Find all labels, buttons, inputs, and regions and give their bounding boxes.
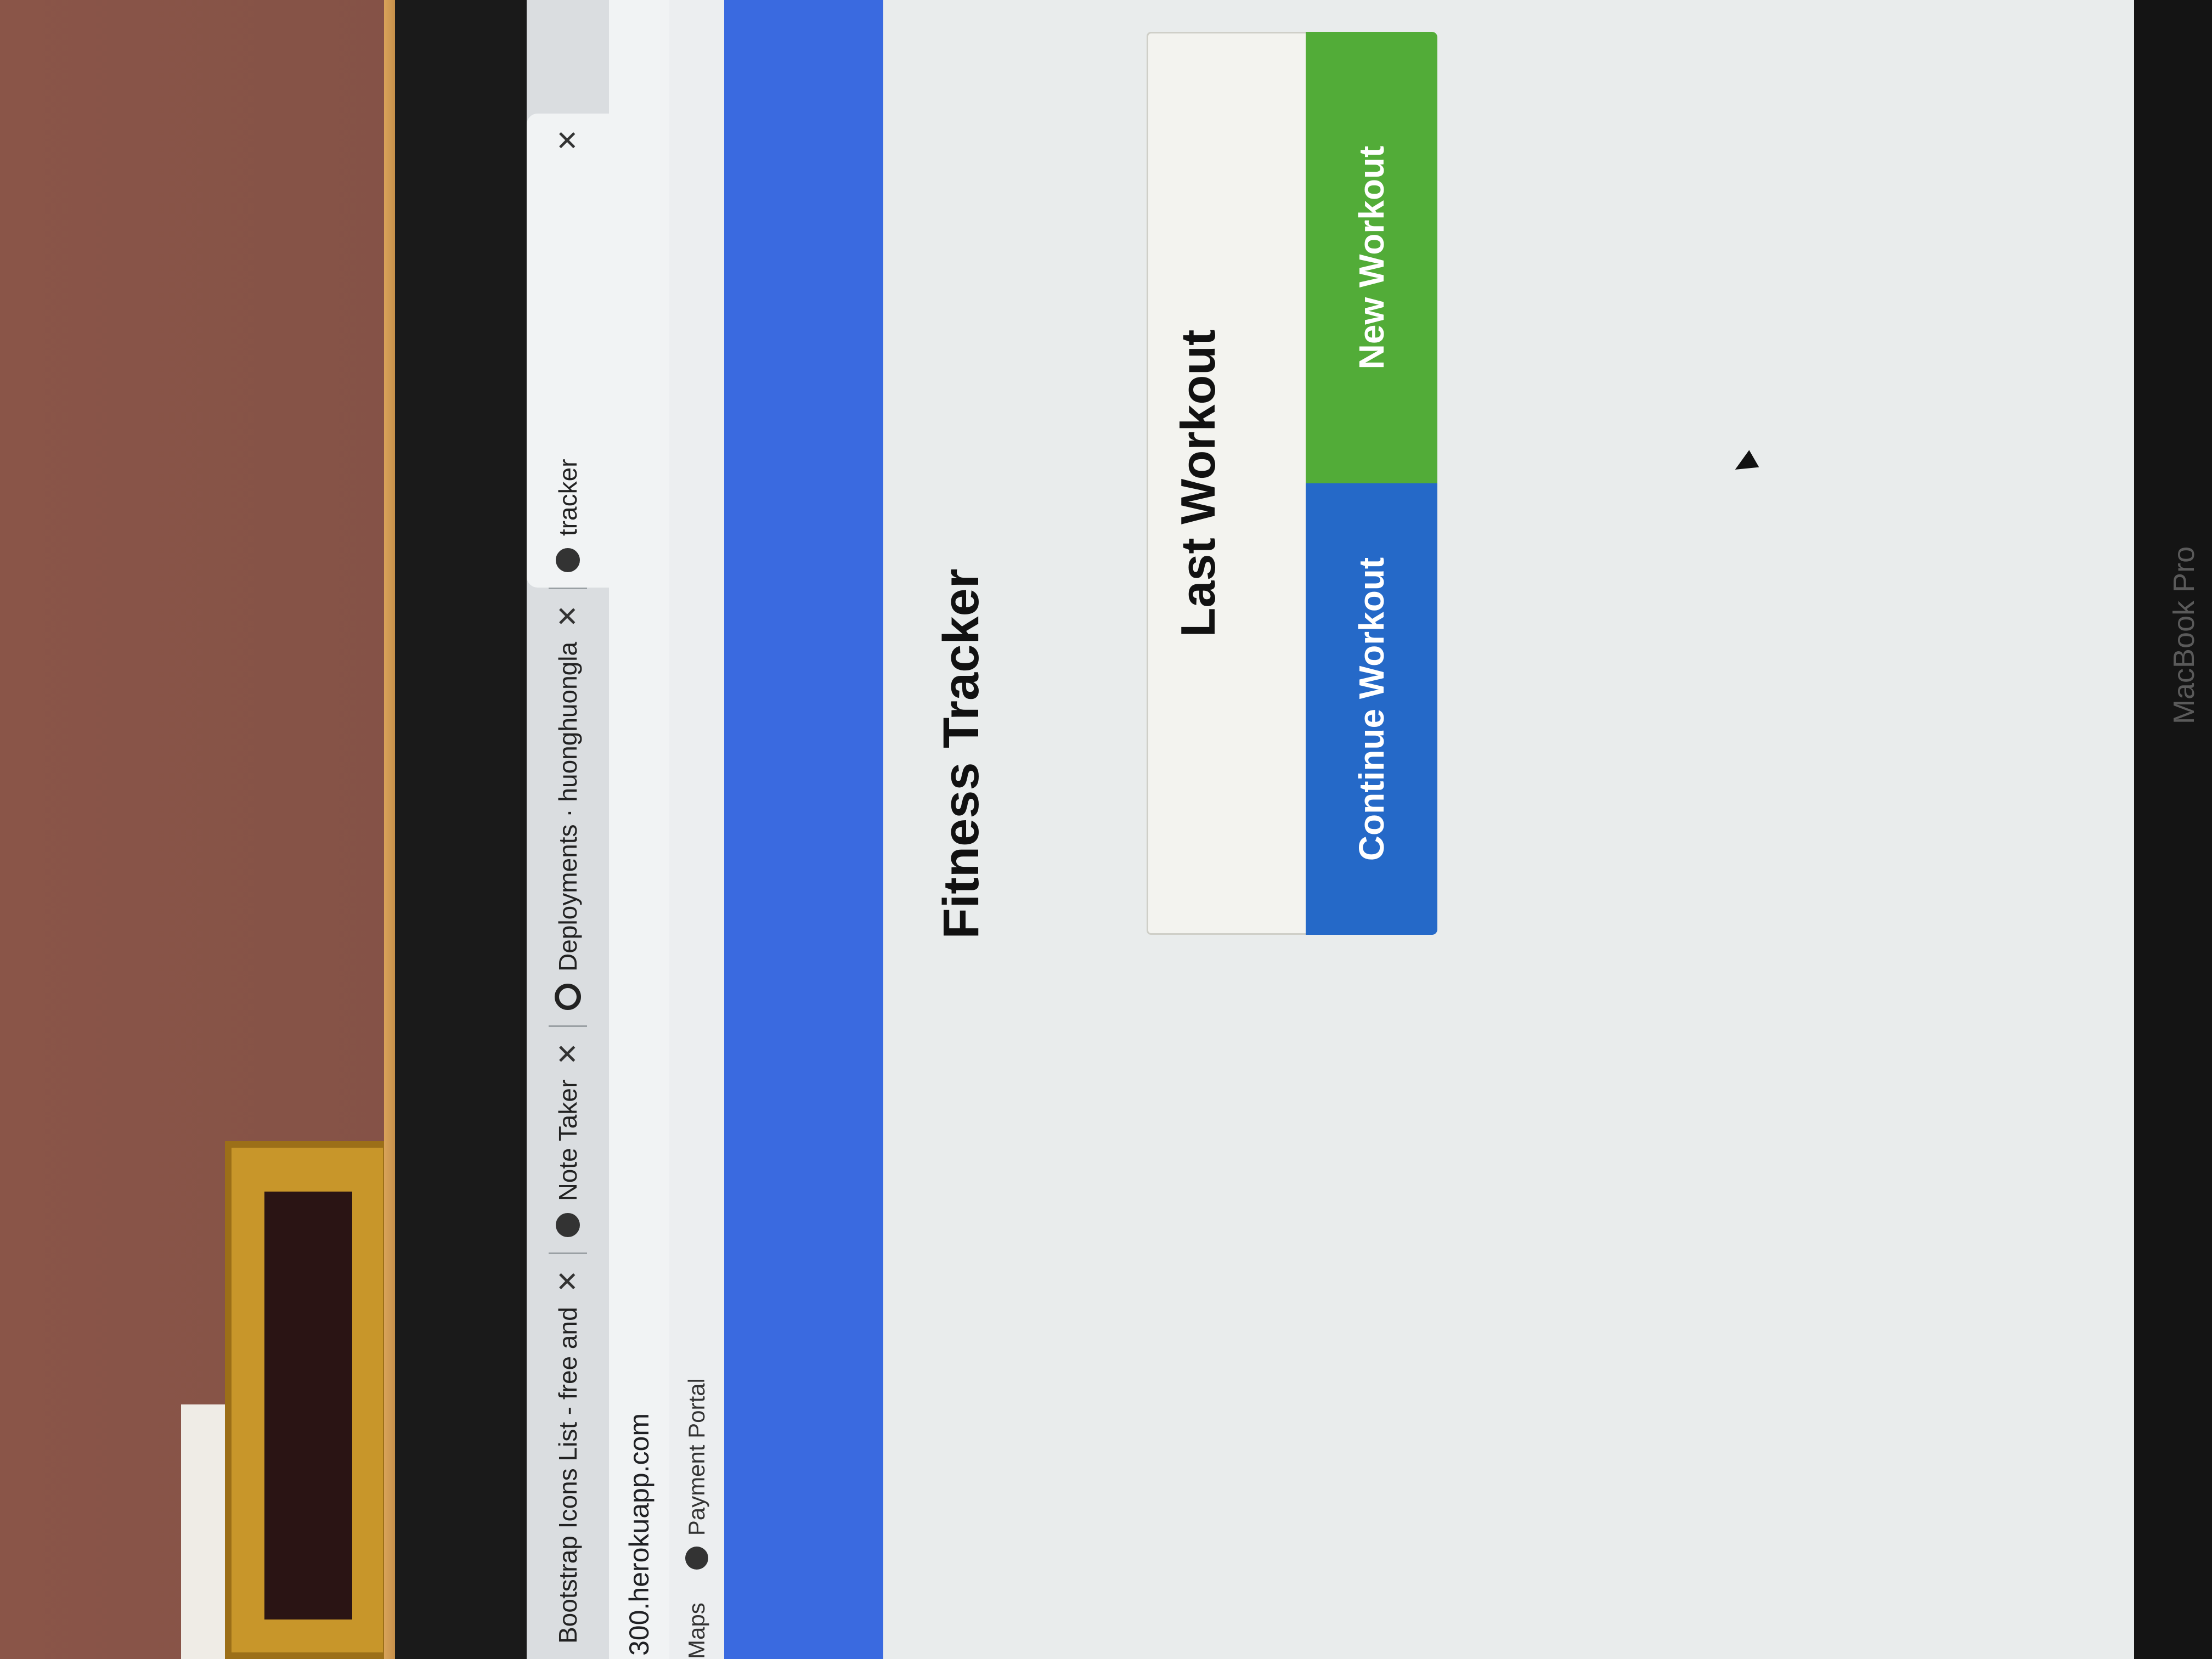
tab-separator [549,1025,587,1027]
workout-buttons: Continue Workout New Workout [1306,32,1437,935]
card-title: Last Workout [1171,329,1225,637]
tab-label: Deployments · huonghuongla [554,641,582,972]
close-icon[interactable]: ✕ [552,605,584,628]
tab-label: tracker [554,459,582,537]
continue-workout-button[interactable]: Continue Workout [1306,483,1437,935]
mouse-cursor-icon [1730,450,1759,478]
shelf-interior [264,1192,352,1620]
page-content: Fitness Tracker Last Workout Continue Wo… [883,0,2151,1659]
tab-separator [549,588,587,590]
globe-icon [685,1547,708,1570]
tab-deployments[interactable]: Deployments · huonghuongla ✕ [538,589,598,1025]
tab-note-taker[interactable]: Note Taker ✕ [538,1027,598,1253]
bookmarks-bar: Maps Payment Portal [669,0,724,1659]
globe-icon [556,1213,580,1238]
bookmark-label: Maps [684,1602,709,1659]
tab-label: Bootstrap Icons List - free and [554,1307,582,1644]
bookmark-maps[interactable]: Maps [684,1602,710,1659]
tab-separator [549,1252,587,1255]
bookmark-label: Payment Portal [684,1378,709,1536]
close-icon[interactable]: ✕ [552,129,584,152]
new-workout-button[interactable]: New Workout [1306,32,1437,483]
wooden-shelf [225,1141,390,1659]
bookmark-payment-portal[interactable]: Payment Portal [684,1378,710,1570]
close-icon[interactable]: ✕ [552,1042,584,1065]
close-icon[interactable]: ✕ [552,1269,584,1293]
page-title: Fitness Tracker [933,568,989,939]
tab-tracker[interactable]: tracker ✕ [527,113,609,588]
site-navbar [724,0,883,1659]
url-text[interactable]: 300.herokuapp.com [623,1413,655,1656]
laptop-brand-label: MacBook Pro [2168,546,2200,724]
browser-tabbar: Bootstrap Icons List - free and ✕ Note T… [527,0,609,1659]
globe-icon [556,548,580,573]
github-icon [555,983,581,1010]
tab-label: Note Taker [554,1079,582,1201]
laptop-bezel [2134,0,2212,1659]
laptop-screen: Bootstrap Icons List - free and ✕ Note T… [527,0,2151,1659]
address-bar[interactable]: 300.herokuapp.com [609,0,669,1659]
tab-bootstrap-icons[interactable]: Bootstrap Icons List - free and ✕ [538,1254,598,1659]
